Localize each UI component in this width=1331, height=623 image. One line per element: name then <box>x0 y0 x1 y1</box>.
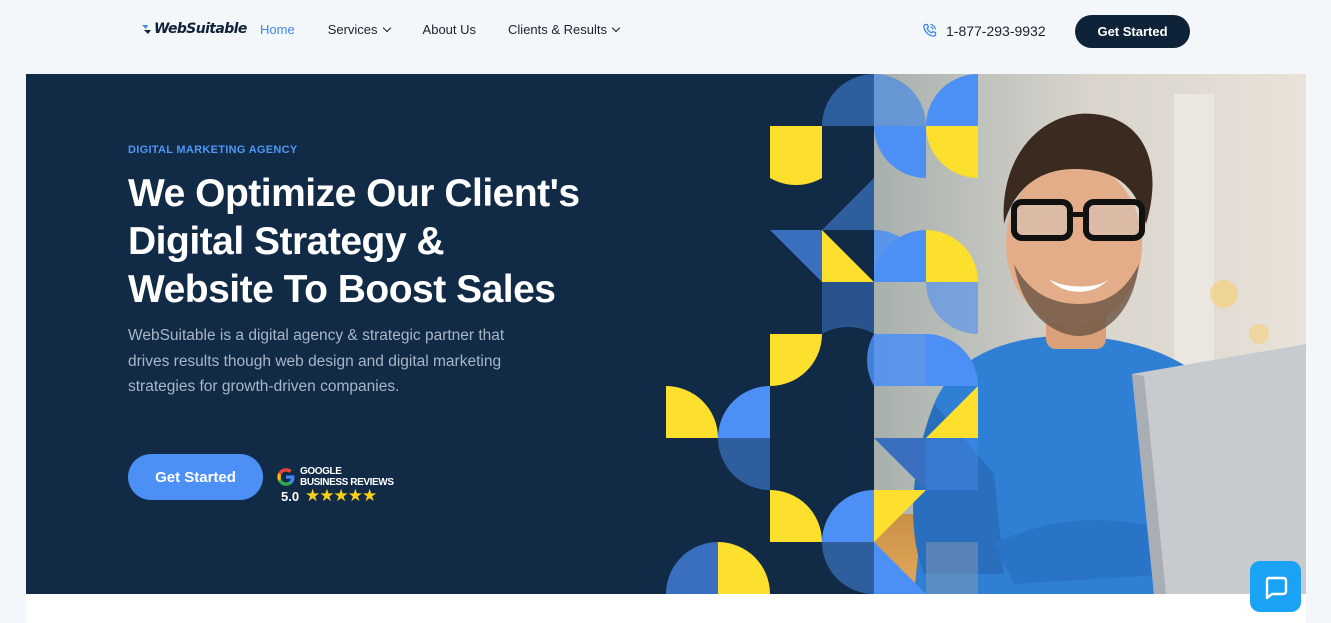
brand-logo[interactable]: WebSuitable <box>142 21 247 37</box>
next-section-edge <box>26 594 1306 623</box>
nav-item-home-label: Home <box>260 22 295 37</box>
hero-title-line: Digital Strategy & <box>128 220 445 263</box>
reviews-stars: ★★★★★ <box>305 486 377 505</box>
nav-item-clients-results-label: Clients & Results <box>508 22 608 37</box>
header-get-started-button[interactable]: Get Started <box>1075 15 1190 48</box>
chevron-down-icon <box>611 23 621 33</box>
reviews-title-line1: GOOGLE <box>300 466 342 477</box>
nav-item-clients-results[interactable]: Clients & Results <box>508 22 621 37</box>
chat-icon <box>1265 576 1287 599</box>
logo-mark-icon <box>142 25 151 34</box>
hero-title: We Optimize Our Client's Digital Strateg… <box>128 170 688 314</box>
google-icon <box>277 468 295 486</box>
chat-widget-button[interactable] <box>1250 561 1301 612</box>
phone-icon <box>923 23 937 37</box>
hero-title-line: Website To Boost Sales <box>128 268 556 311</box>
nav-item-about[interactable]: About Us <box>423 22 476 37</box>
hero-description: WebSuitable is a digital agency & strate… <box>128 327 505 395</box>
google-reviews-badge[interactable]: GOOGLE BUSINESS REVIEWS 5.0 ★★★★★ <box>276 464 396 509</box>
brand-name: WebSuitable <box>154 21 247 37</box>
main-nav: Home Services About Us Clients & Results <box>260 22 621 37</box>
site-header: WebSuitable Home Services About Us Clien… <box>0 0 1331 62</box>
hero-section: DIGITAL MARKETING AGENCY We Optimize Our… <box>26 74 1306 594</box>
nav-item-about-label: About Us <box>422 22 477 37</box>
hero-eyebrow: DIGITAL MARKETING AGENCY <box>128 144 298 156</box>
hero-get-started-button[interactable]: Get Started <box>128 454 263 500</box>
hero-title-line: We Optimize Our Client's <box>128 172 580 215</box>
reviews-score: 5.0 <box>281 489 300 504</box>
phone-link[interactable]: 1-877-293-9932 <box>921 22 1046 39</box>
nav-item-services-label: Services <box>327 22 378 37</box>
chevron-down-icon <box>382 23 391 33</box>
nav-item-services[interactable]: Services <box>327 22 391 37</box>
phone-number: 1-877-293-9932 <box>946 22 1046 39</box>
reviews-title: GOOGLE BUSINESS REVIEWS <box>300 466 394 488</box>
geometric-pattern <box>666 74 978 594</box>
nav-item-home[interactable]: Home <box>260 22 295 37</box>
